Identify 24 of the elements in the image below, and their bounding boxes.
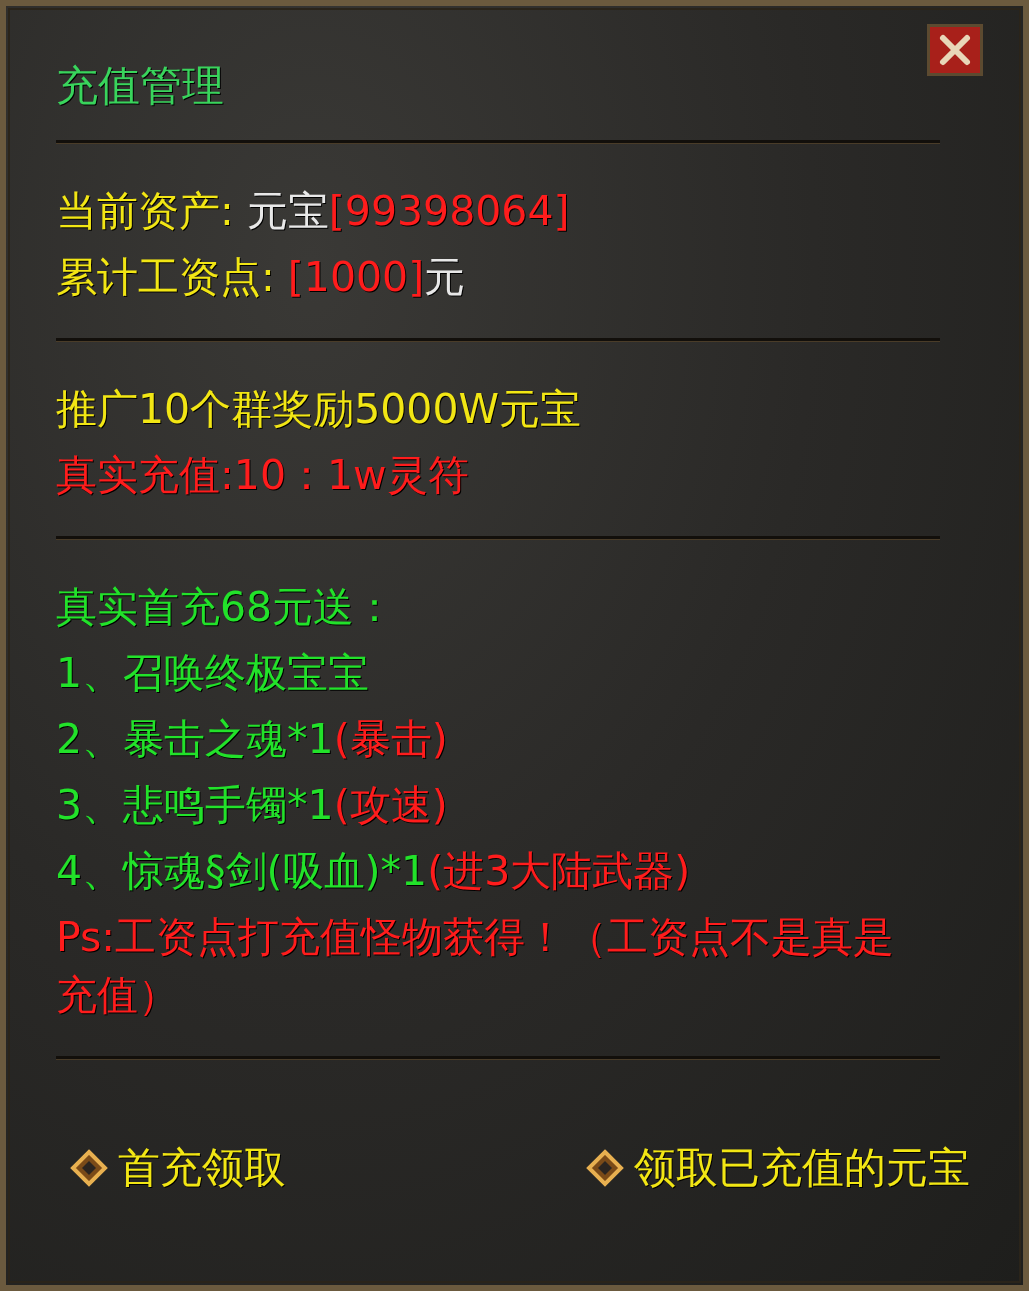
info-text: [99398064] — [328, 187, 570, 235]
info-text: 当前资产: — [56, 187, 235, 235]
info-text: Ps:工资点打充值怪物获得！（工资点不是真是充值） — [56, 913, 895, 1019]
diamond-icon — [70, 1149, 108, 1187]
info-text: 元宝 — [246, 187, 329, 235]
claim-button[interactable]: 领取已充值的元宝 — [586, 1140, 970, 1196]
info-text: 1、召唤终极宝宝 — [56, 649, 370, 697]
info-text: 元 — [424, 253, 466, 301]
info-text: 2、暴击之魂*1 — [56, 715, 334, 763]
diamond-icon — [586, 1149, 624, 1187]
close-button[interactable] — [927, 24, 983, 76]
info-text: 推广10个群奖励5000W元宝 — [56, 385, 582, 433]
info-text: (进3大陆武器) — [427, 847, 691, 895]
info-text: 4、惊魂§剑(吸血)*1 — [56, 847, 428, 895]
window-title: 充值管理 — [56, 60, 224, 112]
claim-button[interactable]: 首充领取 — [70, 1140, 286, 1196]
info-text: (暴击) — [333, 715, 448, 763]
info-text: 真实充值:10：1w灵符 — [56, 451, 469, 499]
close-icon — [938, 33, 972, 67]
info-text: 累计工资点: — [56, 253, 276, 301]
info-text: 真实首充68元送： — [56, 583, 396, 631]
info-text: (攻速) — [333, 781, 448, 829]
info-text: [1000] — [287, 253, 425, 301]
info-text: 3、悲鸣手镯*1 — [56, 781, 334, 829]
